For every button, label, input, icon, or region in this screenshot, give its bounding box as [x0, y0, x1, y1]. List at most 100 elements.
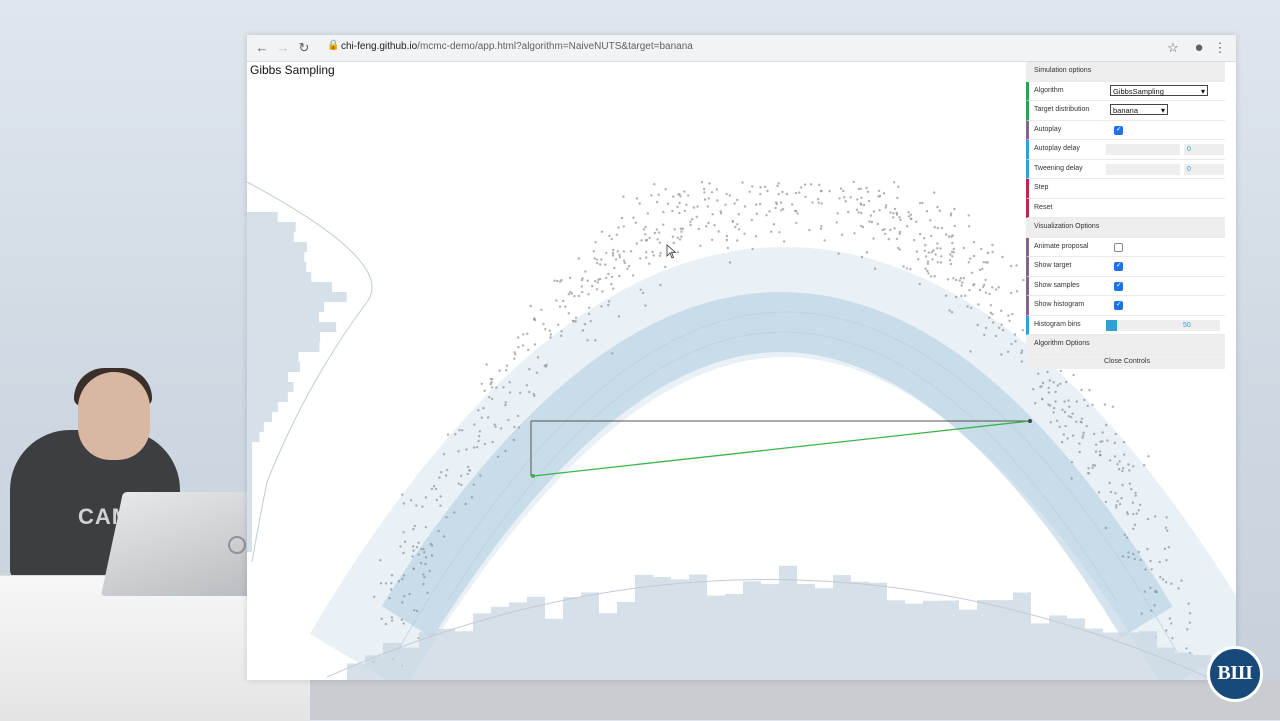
sample-point [544, 328, 547, 331]
sample-point [1137, 509, 1140, 512]
bottom-histogram-bar [725, 593, 743, 680]
sample-point [1132, 512, 1135, 516]
show-target-checkbox[interactable] [1114, 261, 1123, 271]
sample-point [591, 284, 594, 288]
section-simulation-options[interactable]: Simulation options [1026, 62, 1225, 82]
sample-point [763, 185, 767, 188]
sample-point [1067, 415, 1070, 418]
tweening-delay-input[interactable]: 0 [1184, 163, 1224, 175]
animate-proposal-checkbox[interactable] [1114, 242, 1123, 252]
show-samples-checkbox[interactable] [1114, 281, 1123, 291]
autoplay-delay-row: Autoplay delay 0 [1026, 140, 1225, 160]
sample-point [480, 382, 483, 385]
bottom-histogram-bar [905, 603, 923, 680]
proposal-point [531, 474, 535, 478]
sample-point [925, 210, 929, 213]
sample-point [1008, 319, 1011, 322]
sample-point [1097, 491, 1101, 494]
sample-point [964, 294, 967, 297]
target-select[interactable]: banana [1110, 104, 1168, 116]
sample-point [1054, 390, 1057, 394]
show-histogram-checkbox[interactable] [1114, 300, 1123, 310]
sample-point [691, 218, 694, 221]
sample-point [615, 233, 618, 236]
sample-point [430, 544, 434, 547]
sample-point [1080, 417, 1084, 420]
sample-point [594, 280, 597, 283]
left-histogram-bar [247, 412, 272, 422]
bottom-histogram-bar [437, 628, 455, 680]
step-button[interactable]: Step [1026, 179, 1225, 199]
bottom-histogram-bar [995, 600, 1013, 680]
sample-point [972, 241, 976, 244]
sample-point [504, 401, 507, 404]
sample-point [857, 187, 860, 191]
sample-point [656, 238, 659, 241]
sample-point [939, 261, 943, 264]
bookmark-star-icon[interactable]: ☆ [1164, 39, 1182, 57]
autoplay-delay-input[interactable]: 0 [1184, 144, 1224, 155]
sample-point [754, 235, 758, 238]
sample-point [966, 305, 969, 308]
sample-point [610, 275, 614, 279]
algorithm-label: Algorithm [1034, 86, 1064, 94]
section-visualization-options[interactable]: Visualization Options [1026, 218, 1225, 238]
sample-point [1188, 621, 1191, 624]
sample-point [947, 235, 951, 238]
sample-point [1082, 431, 1085, 434]
back-arrow-icon[interactable]: ← [253, 39, 271, 57]
sample-point [751, 185, 754, 188]
sample-point [1128, 469, 1131, 472]
sample-point [638, 202, 641, 205]
address-bar[interactable]: chi-feng.github.io/mcmc-demo/app.html?al… [341, 41, 693, 52]
sample-point [545, 363, 548, 366]
sample-point [580, 285, 583, 288]
bottom-histogram-bar [347, 663, 365, 680]
sample-point [948, 258, 952, 262]
sample-point [898, 232, 901, 235]
sample-point [872, 237, 875, 240]
browser-window: ← → ↻ 🔒 chi-feng.github.io/mcmc-demo/app… [247, 35, 1236, 680]
algorithm-select[interactable]: GibbsSampling [1110, 84, 1208, 97]
sample-point [1128, 482, 1131, 485]
menu-kebab-icon[interactable]: ⋮ [1211, 39, 1229, 57]
sample-point [635, 242, 638, 245]
sample-point [1070, 460, 1074, 464]
sample-point [528, 390, 531, 394]
sample-point [664, 188, 667, 191]
reload-icon[interactable]: ↻ [295, 39, 313, 57]
profile-icon[interactable]: ● [1190, 39, 1208, 57]
histogram-bins-slider[interactable] [1106, 319, 1180, 331]
sample-point [614, 258, 618, 261]
sample-point [577, 257, 580, 260]
autoplay-delay-slider[interactable] [1106, 144, 1180, 155]
sample-point [1015, 264, 1018, 267]
sample-point [681, 227, 685, 230]
reset-button[interactable]: Reset [1026, 198, 1225, 218]
sample-point [1052, 411, 1055, 414]
sample-point [583, 323, 587, 326]
forward-arrow-icon[interactable]: → [274, 39, 292, 57]
sample-point [622, 259, 626, 262]
sample-point [994, 334, 998, 338]
sample-point [680, 235, 683, 238]
section-algorithm-options[interactable]: Algorithm Options [1026, 335, 1225, 355]
sample-point [460, 474, 463, 477]
tweening-delay-slider[interactable] [1106, 163, 1180, 175]
sample-point [1116, 500, 1119, 503]
close-controls-button[interactable]: Close Controls [1026, 354, 1225, 369]
sample-point [1014, 340, 1017, 343]
sample-point [1131, 501, 1135, 504]
autoplay-checkbox[interactable] [1114, 125, 1123, 135]
sample-point [828, 190, 831, 193]
left-histogram-bar [247, 252, 305, 262]
sample-point [599, 263, 602, 266]
histogram-bins-slider-fill [1106, 319, 1118, 331]
sample-point [1091, 403, 1094, 407]
sample-point [477, 409, 480, 412]
sample-point [953, 224, 956, 228]
sample-point [685, 203, 688, 206]
sample-point [1093, 432, 1096, 436]
sample-point [640, 239, 643, 242]
histogram-bins-input[interactable]: 50 [1180, 319, 1220, 331]
